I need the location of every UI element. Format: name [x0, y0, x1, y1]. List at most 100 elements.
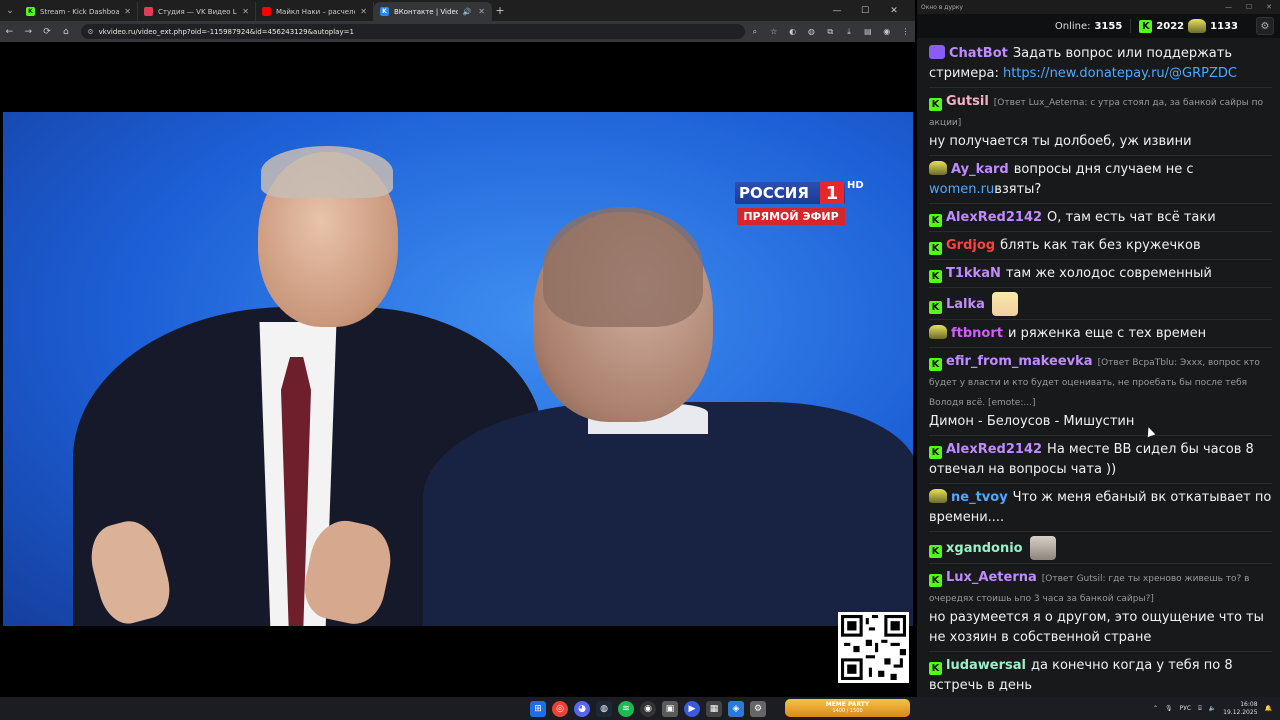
qr-code — [838, 612, 909, 683]
address-bar[interactable]: ⚙ vkvideo.ru/video_ext.php?oid=-11598792… — [81, 24, 746, 39]
menu-icon[interactable]: ⋮ — [896, 21, 915, 42]
browser-toolbar: ← → ⟳ ⌂ ⚙ vkvideo.ru/video_ext.php?oid=-… — [0, 21, 915, 42]
minimize-icon[interactable]: — — [1225, 3, 1232, 11]
chat-username[interactable]: ludawersal — [946, 658, 1026, 673]
meme-party-widget[interactable]: MEME PARTY 1400 / 1500 — [785, 699, 910, 717]
chat-link[interactable]: https://new.donatepay.ru/@GRPZDC — [1003, 66, 1237, 81]
chat-username[interactable]: Grdjog — [946, 238, 995, 253]
kick-badge-icon: K — [929, 214, 942, 227]
chat-message-list[interactable]: ChatBot Задать вопрос или поддержать стри… — [917, 38, 1280, 700]
extensions-puzzle-icon[interactable]: ⧉ — [821, 21, 840, 42]
minimize-icon[interactable]: — — [823, 0, 851, 21]
sub-badge-icon — [929, 325, 947, 339]
tab-close-icon[interactable]: ✕ — [242, 7, 249, 16]
chat-window: Окно в дурку — ☐ ✕ Online: 3155 K 2022 1… — [917, 0, 1280, 700]
tab-vk-video-ext[interactable]: K ВКонтакте | Video Ext 🔊 ✕ — [374, 2, 492, 21]
media-player-icon[interactable]: ▶ — [684, 700, 700, 717]
chat-username[interactable]: xgandonio — [946, 541, 1023, 556]
tab-search-icon[interactable]: ⌄ — [0, 0, 20, 21]
sub-icon — [1188, 19, 1207, 33]
tab-label: Студия — VK Видео Live — [158, 7, 237, 16]
kick-badge-icon: K — [929, 358, 942, 371]
zoom-icon[interactable]: ⌕ — [745, 21, 764, 42]
clock[interactable]: 16:08 19.12.2025 — [1223, 701, 1257, 717]
video-player[interactable]: РОССИЯ 1 HD ПРЯМОЙ ЭФИР — [0, 42, 915, 697]
volume-icon[interactable]: 🔈 — [1209, 705, 1216, 712]
reload-icon[interactable]: ⟳ — [38, 21, 57, 42]
kick-badge-icon: K — [929, 242, 942, 255]
speaker-icon[interactable]: 🔊 — [463, 8, 472, 16]
tab-close-icon[interactable]: ✕ — [124, 7, 131, 16]
new-tab-button[interactable]: + — [492, 4, 508, 17]
chat-username[interactable]: AlexRed2142 — [946, 210, 1042, 225]
language-indicator[interactable]: РУС — [1180, 705, 1191, 712]
tab-kick-dashboard[interactable]: K Stream - Kick Dashboard ✕ — [20, 2, 138, 21]
chat-titlebar: Окно в дурку — ☐ ✕ — [917, 0, 1280, 14]
windows-start-icon[interactable]: ⊞ — [530, 700, 546, 717]
kick-badge-icon: K — [929, 98, 942, 111]
app-icon[interactable]: ⚙ — [750, 700, 766, 717]
chat-username[interactable]: Ay_kard — [951, 162, 1009, 177]
forward-icon[interactable]: → — [19, 21, 38, 42]
app-icon[interactable]: ▦ — [706, 700, 722, 717]
kick-badge-icon: K — [929, 446, 942, 459]
chrome-icon[interactable]: ◎ — [552, 700, 568, 717]
site-info-icon[interactable]: ⚙ — [87, 28, 93, 36]
chat-link[interactable]: women.ru — [929, 182, 994, 197]
close-icon[interactable]: ✕ — [880, 0, 908, 21]
online-label: Online: — [1054, 20, 1091, 32]
kick-badge-icon: K — [929, 300, 942, 314]
tab-youtube[interactable]: Майкл Наки – расчеловечива... ✕ — [256, 2, 374, 21]
maximize-icon[interactable]: ☐ — [851, 0, 879, 21]
app-icon[interactable]: ▣ — [662, 700, 678, 717]
tab-vk-studio[interactable]: Студия — VK Видео Live ✕ — [138, 2, 256, 21]
window-title: Окно в дурку — [921, 3, 963, 11]
chat-settings-gear-icon[interactable]: ⚙ — [1256, 17, 1274, 35]
widget-value: 1400 / 1500 — [832, 708, 863, 714]
profile-icon[interactable]: ◉ — [877, 21, 896, 42]
system-tray: ⌃ 🎙 РУС ⌸ 🔈 16:08 19.12.2025 🔔 — [1153, 697, 1280, 720]
sidepanel-icon[interactable]: ▤ — [858, 21, 877, 42]
chat-username[interactable]: Gutsil — [946, 94, 989, 109]
chat-username[interactable]: ne_tvoy — [951, 490, 1008, 505]
network-icon[interactable]: ⌸ — [1198, 705, 1202, 713]
bookmark-star-icon[interactable]: ☆ — [764, 21, 783, 42]
chat-username[interactable]: AlexRed2142 — [946, 442, 1042, 457]
chat-message: K Lalka — [929, 288, 1272, 320]
chat-username[interactable]: ChatBot — [949, 46, 1008, 61]
chat-username[interactable]: efir_from_makeevka — [946, 354, 1093, 369]
maximize-icon[interactable]: ☐ — [1246, 3, 1252, 11]
steam-icon[interactable]: ◍ — [596, 700, 612, 717]
notification-bell-icon[interactable]: 🔔 — [1265, 705, 1272, 712]
taskbar: ⊞ ◎ ◕ ◍ ≋ ◉ ▣ ▶ ▦ ◈ ⚙ MEME PARTY 1400 / … — [0, 697, 1280, 720]
back-icon[interactable]: ← — [0, 21, 19, 42]
obs-icon[interactable]: ◉ — [640, 700, 656, 717]
extension-icon[interactable]: ◍ — [802, 21, 821, 42]
spotify-icon[interactable]: ≋ — [618, 700, 634, 717]
bot-badge-icon — [929, 45, 945, 59]
app-icon[interactable]: ◈ — [728, 700, 744, 717]
microphone-icon[interactable]: 🎙 — [1165, 705, 1173, 712]
sub-count: 1133 — [1210, 20, 1238, 32]
close-icon[interactable]: ✕ — [1266, 3, 1272, 11]
chat-message: K Grdjog блять как так без кружечков — [929, 232, 1272, 260]
chat-message: Kludawersal да конечно когда у тебя по 8 … — [929, 652, 1272, 700]
chat-username[interactable]: Lalka — [946, 297, 985, 312]
chat-username[interactable]: ftbnort — [951, 326, 1003, 341]
tab-label: Майкл Наки – расчеловечива... — [276, 7, 355, 16]
chevron-up-icon[interactable]: ⌃ — [1153, 705, 1158, 712]
tab-close-icon[interactable]: ✕ — [360, 7, 367, 16]
kick-badge-icon: K — [929, 574, 942, 587]
kick-badge-icon: K — [929, 270, 942, 283]
home-icon[interactable]: ⌂ — [56, 21, 75, 42]
chat-message-text: там же холодос современный — [1005, 266, 1212, 281]
extension-icon[interactable]: ◐ — [783, 21, 802, 42]
chat-message: Ay_kard вопросы дня случаем не с women.ru… — [929, 156, 1272, 204]
taskbar-apps: ⊞ ◎ ◕ ◍ ≋ ◉ ▣ ▶ ▦ ◈ ⚙ — [530, 697, 766, 720]
tab-close-icon[interactable]: ✕ — [478, 7, 485, 16]
download-icon[interactable]: ⤓ — [840, 21, 859, 42]
chat-username[interactable]: T1kkaN — [946, 266, 1001, 281]
chat-username[interactable]: Lux_Aeterna — [946, 570, 1037, 585]
interviewer-hair — [543, 207, 703, 327]
discord-icon[interactable]: ◕ — [574, 700, 590, 717]
